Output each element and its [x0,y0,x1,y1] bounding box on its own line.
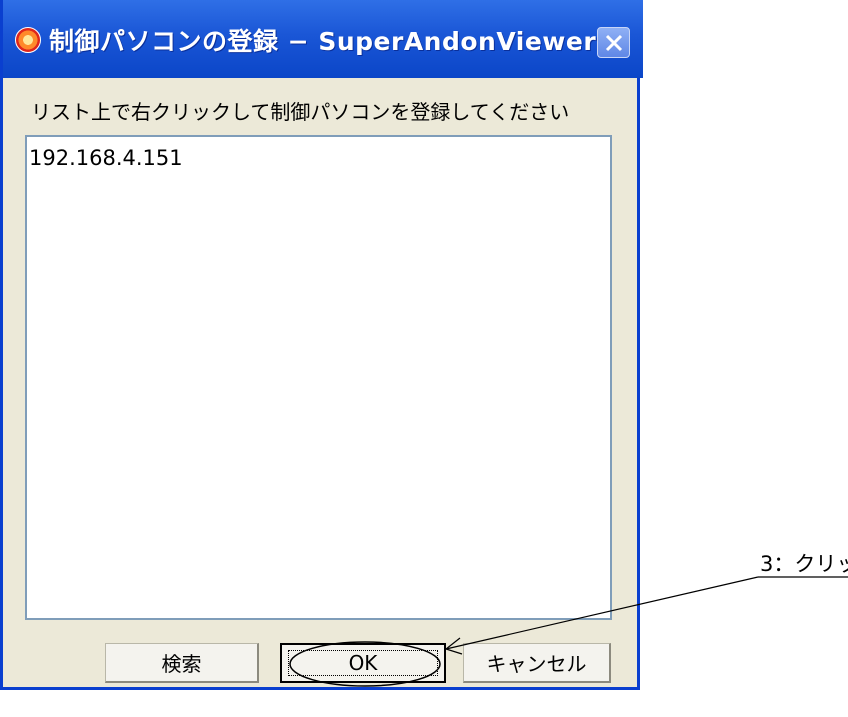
leader-line [445,576,759,650]
annotation-overlay [289,576,848,687]
annotation-label: 3：クリック [760,552,848,576]
highlight-ellipse [289,641,441,687]
